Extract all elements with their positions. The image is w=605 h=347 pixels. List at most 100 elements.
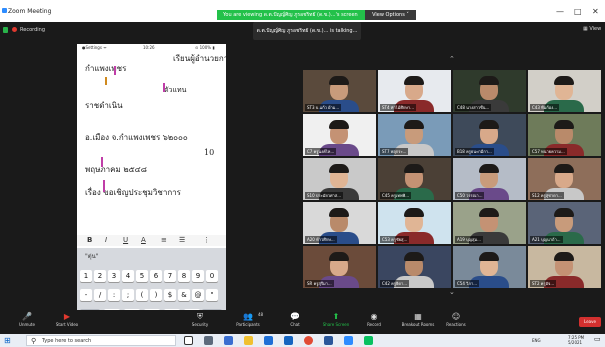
breakout-rooms-button[interactable]: ▦ Breakout Rooms (398, 311, 438, 328)
participant-tile[interactable]: ST3 บ.แก้ว ผ้าม... (303, 70, 376, 112)
language-indicator[interactable]: ENG (532, 339, 541, 343)
participant-tile[interactable]: C57 ทนายความ... (528, 114, 601, 156)
close-button[interactable]: ✕ (592, 8, 599, 16)
chrome-icon[interactable] (304, 336, 313, 345)
participant-name: ST4 ท่าไม้ศึกษา... (380, 104, 416, 111)
keyboard-key[interactable]: 1 (80, 270, 92, 282)
file-explorer-icon[interactable] (244, 336, 253, 345)
text-cursor-handle[interactable] (163, 83, 165, 92)
participant-tile[interactable]: C50 วรรณา... (453, 158, 526, 200)
mail-icon[interactable] (284, 336, 293, 345)
keyboard-key[interactable]: 3 (108, 270, 120, 282)
underline-button[interactable]: U (123, 236, 128, 244)
start-windows-icon[interactable]: ⊞ (4, 336, 11, 345)
align-left-icon[interactable]: ≡ (161, 236, 167, 244)
participant-hair (329, 252, 349, 261)
start-video-icon: ▶ (63, 312, 71, 321)
participant-hair (329, 76, 349, 85)
line-app-icon[interactable] (364, 336, 373, 345)
list-icon[interactable]: ☰ (179, 236, 185, 244)
doc-line: กำแพงเพชร (85, 64, 127, 73)
cortana-icon[interactable] (184, 336, 193, 345)
record-button[interactable]: ◉ Record (354, 311, 394, 328)
leave-button[interactable]: Leave (579, 317, 601, 327)
keyboard-key[interactable]: 9 (192, 270, 204, 282)
start-video-button[interactable]: ▶ Start Video (47, 311, 87, 328)
chat-button[interactable]: 💬 Chat (275, 311, 315, 328)
zoom-app-icon[interactable] (344, 336, 353, 345)
keyboard-key[interactable]: 0 (206, 270, 218, 282)
unmute-icon: 🎤 (22, 312, 32, 321)
participant-tile[interactable]: C42 ครูธิดา... (378, 246, 451, 288)
participant-tile[interactable]: S10 ประมัยวศาส... (303, 158, 376, 200)
keyboard-key[interactable]: $ (164, 289, 176, 301)
taskbar-search-box[interactable]: ⚲ Type here to search (26, 335, 176, 346)
share-screen-button[interactable]: ⬆ Share Screen (316, 311, 356, 328)
participant-tile[interactable]: A20 ท้าวศึกษ... (303, 202, 376, 244)
keyboard-key[interactable]: ( (136, 289, 148, 301)
keyboard-key[interactable]: / (94, 289, 106, 301)
format-toolbar: B I U A ≡ ☰ ⋮ (77, 235, 226, 246)
participant-tile[interactable]: C53 ครูชัยสุ... (378, 202, 451, 244)
participant-tile[interactable]: C48 นางสาวชื่น... (453, 70, 526, 112)
participant-tile[interactable]: ST7 พลุกระ... (378, 114, 451, 156)
security-button[interactable]: ⛨ Security (180, 311, 220, 328)
bold-button[interactable]: B (87, 236, 92, 244)
unmute-button[interactable]: 🎤 Unmute (7, 311, 47, 328)
participant-tile[interactable]: A21 บุญนาถ้า... (528, 202, 601, 244)
participant-hair (554, 208, 574, 217)
keyboard-key[interactable]: ) (150, 289, 162, 301)
participant-tile[interactable]: SR ครูสุรีมา... (303, 246, 376, 288)
reactions-icon: ☺ (451, 312, 461, 321)
view-options-button[interactable]: View Options ˅ (365, 10, 416, 20)
more-options-icon[interactable]: ⋮ (203, 236, 210, 244)
participant-tile[interactable]: ST4 ท่าไม้ศึกษา... (378, 70, 451, 112)
keyboard-key[interactable]: & (178, 289, 190, 301)
clock-date[interactable]: 5/2021 (568, 341, 582, 345)
text-color-button[interactable]: A (141, 236, 146, 244)
keyboard-key[interactable]: 2 (94, 270, 106, 282)
participant-name: S12 ครูสุชาดา... (530, 192, 564, 199)
maximize-button[interactable]: □ (574, 8, 582, 16)
notifications-icon[interactable]: ▭ (594, 336, 601, 343)
participant-tile[interactable]: S12 ครูสุชาดา... (528, 158, 601, 200)
keyboard-key[interactable]: ; (122, 289, 134, 301)
italic-button[interactable]: I (105, 236, 107, 244)
participant-tile[interactable]: C7 ครูนงค์ไห... (303, 114, 376, 156)
keyboard-key[interactable]: 4 (122, 270, 134, 282)
share-screen-icon: ⬆ (332, 312, 340, 321)
keyboard-suggestion[interactable]: "ตุ่น" (85, 251, 99, 261)
participant-tile[interactable]: C43 ทีมก้อง... (528, 70, 601, 112)
shared-screen: ●Settings ᯤ 10:26 ⊙ 100% ▮ เรียนผู้อำนวย… (77, 44, 226, 310)
text-cursor-handle[interactable] (101, 157, 103, 167)
participants-button[interactable]: 👥 Participants 48 (228, 311, 268, 328)
participant-tile[interactable]: B18 ครูธนะกมีกา... (453, 114, 526, 156)
participant-tile[interactable]: A19 บุญสุม... (453, 202, 526, 244)
text-cursor-handle[interactable] (105, 77, 107, 85)
participant-hair (479, 252, 499, 261)
keyboard-key[interactable]: 5 (136, 270, 148, 282)
recording-label: Recording (20, 27, 46, 33)
participant-tile[interactable]: ST2 ครูอัจ... (528, 246, 601, 288)
text-cursor-handle[interactable] (103, 180, 105, 192)
keyboard-key[interactable]: @ (192, 289, 204, 301)
word-icon[interactable] (324, 336, 333, 345)
text-cursor-handle[interactable] (114, 66, 116, 75)
view-button[interactable]: ▦ View (583, 26, 601, 32)
participant-tile[interactable]: C45 ครูเทพพิ... (378, 158, 451, 200)
keyboard-key[interactable]: 7 (164, 270, 176, 282)
task-view-icon[interactable] (204, 336, 213, 345)
minimize-button[interactable]: — (556, 8, 564, 16)
keyboard-key[interactable]: : (108, 289, 120, 301)
screen-share-banner: You are viewing ด.ต.ปัญญ์ศิญ ภูรอชริทยั … (217, 10, 365, 20)
reactions-button[interactable]: ☺ Reactions (436, 311, 476, 328)
keyboard-key[interactable]: 6 (150, 270, 162, 282)
edge-browser-icon[interactable] (224, 336, 233, 345)
keyboard-key[interactable]: 8 (178, 270, 190, 282)
keyboard-key[interactable]: - (80, 289, 92, 301)
participant-tile[interactable]: C54 วิภา... (453, 246, 526, 288)
gallery-page-up-icon[interactable]: ⌃ (449, 55, 455, 63)
gallery-page-down-icon[interactable]: ⌄ (449, 288, 455, 296)
keyboard-key[interactable]: " (206, 289, 218, 301)
store-icon[interactable] (264, 336, 273, 345)
